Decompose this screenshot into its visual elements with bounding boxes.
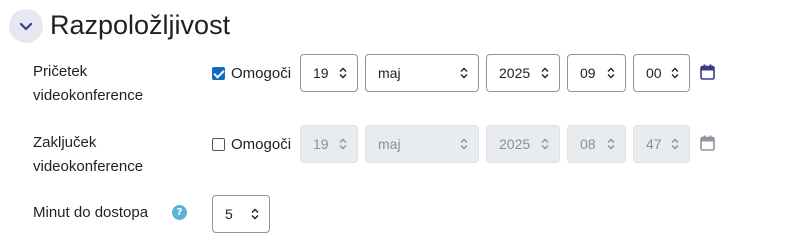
select-arrows-icon	[251, 208, 259, 220]
start-year-value: 2025	[499, 65, 531, 81]
end-year-select: 2025	[486, 125, 560, 163]
select-arrows-icon	[339, 138, 347, 150]
end-month-value: maj	[378, 136, 401, 152]
chevron-down-icon	[19, 22, 33, 31]
start-label-line1: Pričetek	[33, 63, 88, 80]
end-label: Zaključek videokonference	[33, 131, 183, 179]
section-collapse-toggle[interactable]	[9, 9, 43, 43]
minutes-select[interactable]: 5	[212, 195, 270, 233]
select-arrows-icon	[541, 138, 549, 150]
checkbox-unchecked-icon[interactable]	[212, 137, 225, 151]
end-month-select: maj	[365, 125, 479, 163]
start-enable-label: Omogoči	[231, 64, 292, 82]
start-minute-select[interactable]: 00	[633, 54, 690, 92]
start-day-select[interactable]: 19	[300, 54, 358, 92]
calendar-icon[interactable]	[700, 64, 715, 80]
select-arrows-icon	[460, 67, 468, 79]
select-arrows-icon	[541, 67, 549, 79]
select-arrows-icon	[339, 67, 347, 79]
start-day-value: 19	[313, 65, 329, 81]
start-hour-value: 09	[580, 65, 596, 81]
end-label-line1: Zaključek	[33, 134, 97, 151]
minutes-label: Minut do dostopa	[33, 204, 149, 221]
start-month-select[interactable]: maj	[365, 54, 479, 92]
select-arrows-icon	[460, 138, 468, 150]
checkbox-checked-icon[interactable]	[212, 66, 225, 80]
end-enable-label: Omogoči	[231, 135, 292, 153]
end-day-value: 19	[313, 136, 329, 152]
help-icon[interactable]: ?	[172, 205, 187, 220]
end-day-select: 19	[300, 125, 358, 163]
minutes-value: 5	[225, 206, 233, 222]
start-minute-value: 00	[646, 65, 662, 81]
select-arrows-icon	[607, 67, 615, 79]
select-arrows-icon	[671, 138, 679, 150]
end-label-line2: videokonference	[33, 158, 144, 175]
end-year-value: 2025	[499, 136, 531, 152]
start-month-value: maj	[378, 65, 401, 81]
start-label-line2: videokonference	[33, 87, 144, 104]
start-enable-checkbox[interactable]: Omogoči	[212, 63, 291, 83]
start-year-select[interactable]: 2025	[486, 54, 560, 92]
end-hour-value: 08	[580, 136, 596, 152]
start-hour-select[interactable]: 09	[567, 54, 626, 92]
calendar-icon	[700, 135, 715, 151]
end-minute-select: 47	[633, 125, 690, 163]
select-arrows-icon	[671, 67, 679, 79]
end-hour-select: 08	[567, 125, 626, 163]
section-title: Razpoložljivost	[50, 10, 231, 40]
end-enable-checkbox[interactable]: Omogoči	[212, 134, 291, 154]
start-label: Pričetek videokonference	[33, 60, 183, 108]
select-arrows-icon	[607, 138, 615, 150]
end-minute-value: 47	[646, 136, 662, 152]
